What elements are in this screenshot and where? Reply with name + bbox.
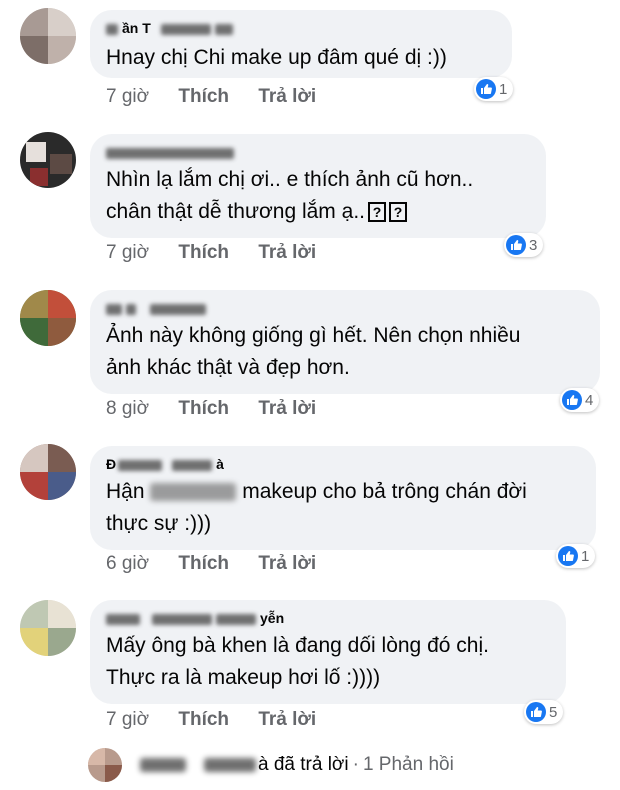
comment-actions: 7 giờ Thích Trả lời (106, 709, 340, 731)
reaction-count-label: 4 (585, 391, 594, 409)
reply-button[interactable]: Trả lời (258, 86, 316, 107)
comment-author[interactable]: ần T (106, 20, 494, 36)
redacted-name (204, 758, 256, 772)
comment-author[interactable]: yễn (106, 610, 548, 626)
comment-text: Ảnh này không giống gì hết. Nên chọn nhi… (106, 324, 521, 379)
comment-actions: 7 giờ Thích Trả lời (106, 86, 340, 108)
comment-bubble: ần T Hnay chị Chi make up đâm qué dị :)) (90, 10, 512, 78)
redacted-text (150, 483, 237, 502)
redacted-name (140, 758, 186, 772)
like-button[interactable]: Thích (178, 709, 229, 730)
reply-button[interactable]: Trả lời (258, 398, 316, 419)
reaction-count-label: 1 (581, 547, 590, 565)
reply-button[interactable]: Trả lời (258, 709, 316, 730)
avatar (88, 748, 122, 782)
thumbs-up-icon (526, 702, 546, 722)
view-replies-link[interactable]: à đã trả lời · 1 Phản hồi (88, 748, 454, 782)
thumbs-up-icon (562, 390, 582, 410)
reply-count: 1 Phản hồi (362, 754, 454, 775)
reaction-count[interactable]: 1 (474, 77, 514, 101)
like-button[interactable]: Thích (178, 553, 229, 574)
comment-actions: 7 giờ Thích Trả lời (106, 242, 340, 264)
comment-bubble: Đà Hận makeup cho bả trông chán đời thực… (90, 446, 596, 550)
like-button[interactable]: Thích (178, 242, 229, 263)
comment-time[interactable]: 8 giờ (106, 398, 149, 419)
comment-bubble: Ảnh này không giống gì hết. Nên chọn nhi… (90, 290, 600, 394)
like-button[interactable]: Thích (178, 86, 229, 107)
comment-time[interactable]: 7 giờ (106, 709, 149, 730)
missing-emoji-icon: ? (367, 202, 386, 223)
reaction-count-label: 1 (499, 80, 508, 98)
reaction-count[interactable]: 1 (556, 544, 596, 568)
thumbs-up-icon (476, 79, 496, 99)
comment-bubble: yễn Mấy ông bà khen là đang dối lòng đó … (90, 600, 566, 704)
comment-text: Hnay chị Chi make up đâm qué dị :)) (106, 46, 447, 69)
avatar[interactable] (20, 290, 76, 346)
reaction-count[interactable]: 3 (504, 233, 544, 257)
reaction-count[interactable]: 5 (524, 700, 564, 724)
separator: · (352, 754, 359, 775)
missing-emoji-icon: ? (388, 202, 407, 223)
comment-author[interactable] (106, 300, 582, 316)
avatar[interactable] (20, 600, 76, 656)
reply-button[interactable]: Trả lời (258, 553, 316, 574)
reaction-count[interactable]: 4 (560, 388, 600, 412)
comment-time[interactable]: 7 giờ (106, 242, 149, 263)
comment-author[interactable] (106, 144, 528, 160)
comment-author[interactable]: Đà (106, 456, 578, 472)
thumbs-up-icon (506, 235, 526, 255)
comment-actions: 8 giờ Thích Trả lời (106, 398, 340, 420)
reaction-count-label: 5 (549, 703, 558, 721)
avatar[interactable] (20, 8, 76, 64)
comment-time[interactable]: 7 giờ (106, 86, 149, 107)
reaction-count-label: 3 (529, 236, 538, 254)
reply-summary-text: à đã trả lời (258, 754, 349, 775)
like-button[interactable]: Thích (178, 398, 229, 419)
comment-actions: 6 giờ Thích Trả lời (106, 553, 340, 575)
comment-text: Mấy ông bà khen là đang dối lòng đó chị.… (106, 634, 489, 689)
avatar[interactable] (20, 132, 76, 188)
comment-text: Hận makeup cho bả trông chán đời thực sự… (106, 480, 527, 535)
avatar[interactable] (20, 444, 76, 500)
comment-text: Nhìn lạ lắm chị ơi.. e thích ảnh cũ hơn.… (106, 168, 474, 223)
comment-time[interactable]: 6 giờ (106, 553, 149, 574)
reply-button[interactable]: Trả lời (258, 242, 316, 263)
comment-bubble: Nhìn lạ lắm chị ơi.. e thích ảnh cũ hơn.… (90, 134, 546, 238)
thumbs-up-icon (558, 546, 578, 566)
